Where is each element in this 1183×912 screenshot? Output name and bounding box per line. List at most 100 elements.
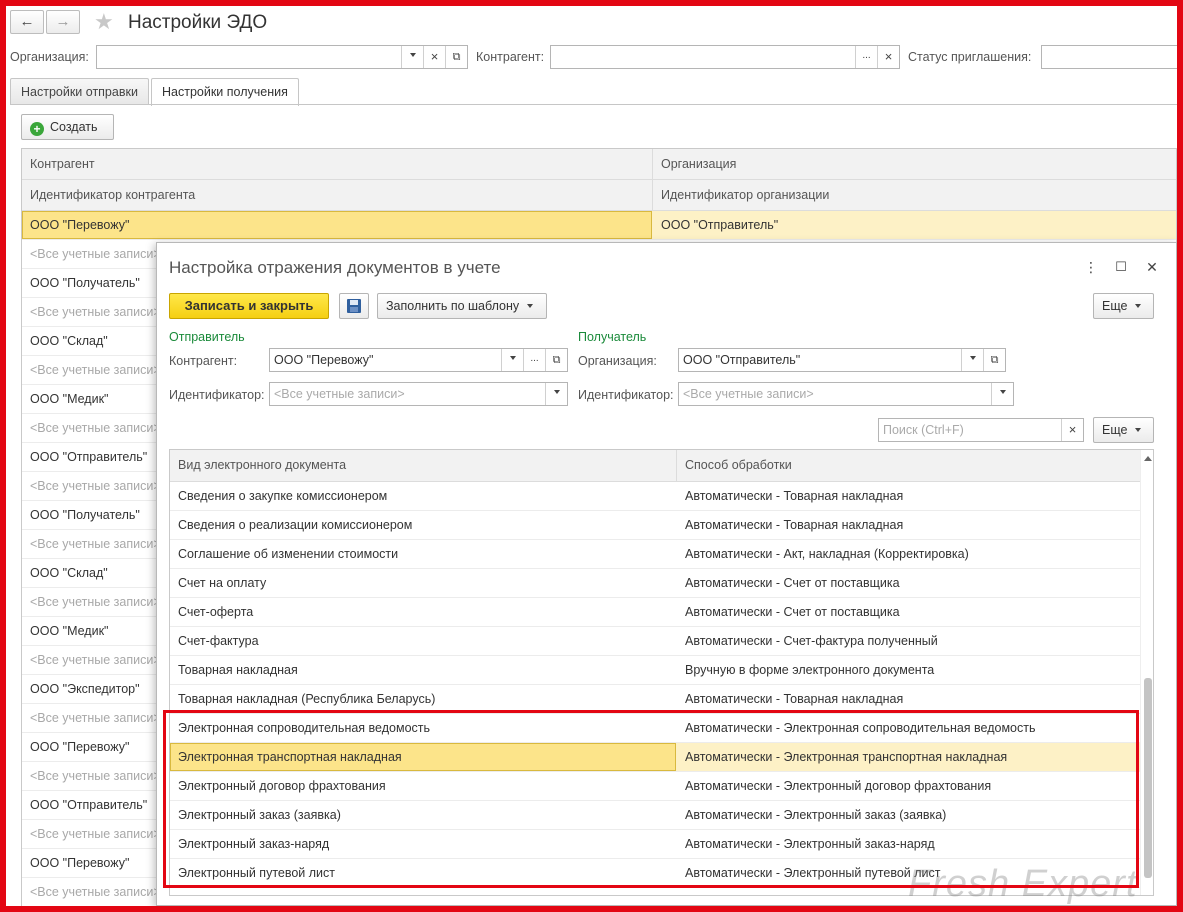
dialog-menu-icon[interactable]: ⋮ xyxy=(1082,257,1100,277)
receiver-section-label: Получатель xyxy=(578,330,647,344)
processing-method-cell: Вручную в форме электронного документа xyxy=(685,663,935,677)
counterparty-cell: ООО "Медик" xyxy=(30,392,109,406)
organization-open-button[interactable]: ⧉ xyxy=(983,349,1005,371)
table-row[interactable]: Соглашение об изменении стоимости Автомат… xyxy=(170,540,1140,569)
table-row[interactable]: ООО "Перевожу" ООО "Отправитель" xyxy=(22,211,1176,240)
search-clear-button[interactable]: × xyxy=(1061,419,1083,441)
doc-type-cell: Электронный договор фрахтования xyxy=(178,779,386,793)
save-button[interactable] xyxy=(339,293,369,319)
column-header-counterparty[interactable]: Контрагент xyxy=(30,149,95,179)
counterparty-id-cell: <Все учетные записи> xyxy=(30,363,161,377)
tab-send-settings[interactable]: Настройки отправки xyxy=(10,78,149,105)
column-header-processing[interactable]: Способ обработки xyxy=(685,450,792,481)
chevron-down-icon xyxy=(1134,428,1141,432)
organization-label: Организация: xyxy=(578,354,657,368)
organization-field[interactable]: ООО "Отправитель" ⧉ xyxy=(678,348,1006,372)
table-row[interactable]: Электронный заказ-наряд Автоматически - Э… xyxy=(170,830,1140,859)
doc-type-cell: Электронный заказ-наряд xyxy=(178,837,330,851)
fill-template-button[interactable]: Заполнить по шаблону xyxy=(377,293,547,319)
plus-icon: + xyxy=(30,122,44,136)
counterparty-cell: ООО "Перевожу" xyxy=(30,740,130,754)
more-icon: ... xyxy=(862,50,871,61)
column-header-doc-type[interactable]: Вид электронного документа xyxy=(178,450,346,481)
invite-status-filter-input[interactable] xyxy=(1041,45,1177,69)
scroll-up-icon[interactable] xyxy=(1144,456,1152,461)
counterparty-filter-label: Контрагент: xyxy=(476,50,545,64)
tab-receive-settings[interactable]: Настройки получения xyxy=(151,78,299,106)
counterparty-open-button[interactable]: ⧉ xyxy=(545,349,567,371)
table-header-row: Идентификатор контрагента Идентификатор … xyxy=(22,180,1176,211)
counterparty-id-cell: <Все учетные записи> xyxy=(30,595,161,609)
chevron-down-icon xyxy=(409,53,416,57)
counterparty-id-cell: <Все учетные записи> xyxy=(30,305,161,319)
organization-filter-input[interactable]: × ⧉ xyxy=(96,45,468,69)
counterparty-dropdown-button[interactable] xyxy=(501,349,523,371)
counterparty-select-button[interactable]: ... xyxy=(855,46,877,68)
counterparty-cell: ООО "Склад" xyxy=(30,334,108,348)
tab-divider xyxy=(10,104,1177,105)
more-icon: ... xyxy=(530,353,539,364)
processing-method-cell: Автоматически - Товарная накладная xyxy=(685,489,904,503)
document-accounting-dialog: Настройка отражения документов в учете ⋮… xyxy=(156,242,1177,906)
processing-method-cell: Автоматически - Электронная транспортная… xyxy=(685,750,1008,764)
counterparty-id-cell: <Все учетные записи> xyxy=(30,885,161,899)
organization-dropdown-button[interactable] xyxy=(961,349,983,371)
main-window: ← → ★ Настройки ЭДО Организация: × ⧉ Кон… xyxy=(6,6,1177,906)
table-row[interactable]: Счет-фактура Автоматически - Счет-фактура… xyxy=(170,627,1140,656)
sender-id-field[interactable]: <Все учетные записи> xyxy=(269,382,568,406)
counterparty-filter-input[interactable]: ... × xyxy=(550,45,900,69)
create-button[interactable]: + Создать xyxy=(21,114,114,140)
vertical-scrollbar[interactable] xyxy=(1140,450,1153,895)
processing-method-cell: Автоматически - Счет от поставщика xyxy=(685,576,900,590)
counterparty-id-cell: <Все учетные записи> xyxy=(30,653,161,667)
table-row[interactable]: Счет на оплату Автоматически - Счет от по… xyxy=(170,569,1140,598)
counterparty-cell: ООО "Перевожу" xyxy=(30,856,130,870)
search-more-button[interactable]: Еще xyxy=(1093,417,1154,443)
organization-filter-label: Организация: xyxy=(10,50,89,64)
counterparty-clear-button[interactable]: × xyxy=(877,46,899,68)
table-row[interactable]: Товарная накладная Вручную в форме электр… xyxy=(170,656,1140,685)
counterparty-select-button[interactable]: ... xyxy=(523,349,545,371)
organization-open-button[interactable]: ⧉ xyxy=(445,46,467,68)
column-header-counterparty-id[interactable]: Идентификатор контрагента xyxy=(30,180,195,210)
save-and-close-button[interactable]: Записать и закрыть xyxy=(169,293,329,319)
receiver-id-field[interactable]: <Все учетные записи> xyxy=(678,382,1014,406)
forward-button[interactable]: → xyxy=(46,10,80,34)
doc-type-cell: Счет-фактура xyxy=(178,634,259,648)
counterparty-id-cell: <Все учетные записи> xyxy=(30,769,161,783)
counterparty-field[interactable]: ООО "Перевожу" ... ⧉ xyxy=(269,348,568,372)
organization-clear-button[interactable]: × xyxy=(423,46,445,68)
table-row[interactable]: Электронный договор фрахтования Автоматич… xyxy=(170,772,1140,801)
column-header-organization[interactable]: Организация xyxy=(661,149,736,179)
counterparty-label: Контрагент: xyxy=(169,354,238,368)
processing-method-cell: Автоматически - Счет-фактура полученный xyxy=(685,634,938,648)
table-row[interactable]: Электронная сопроводительная ведомость Ав… xyxy=(170,714,1140,743)
processing-method-cell: Автоматически - Электронный путевой лист xyxy=(685,866,941,880)
sender-section-label: Отправитель xyxy=(169,330,245,344)
open-icon: ⧉ xyxy=(990,354,999,366)
maximize-icon[interactable]: ☐ xyxy=(1112,257,1130,277)
table-row[interactable]: Товарная накладная (Республика Беларусь)… xyxy=(170,685,1140,714)
search-input[interactable]: Поиск (Ctrl+F) × xyxy=(878,418,1084,442)
sender-id-dropdown-button[interactable] xyxy=(545,383,567,405)
table-row[interactable]: Сведения о реализации комиссионером Автом… xyxy=(170,511,1140,540)
counterparty-cell: ООО "Медик" xyxy=(30,624,109,638)
favorite-star-icon[interactable]: ★ xyxy=(94,10,114,34)
counterparty-cell: ООО "Склад" xyxy=(30,566,108,580)
back-button[interactable]: ← xyxy=(10,10,44,34)
table-row[interactable]: Сведения о закупке комиссионером Автомати… xyxy=(170,482,1140,511)
arrow-left-icon: ← xyxy=(19,13,35,30)
column-divider xyxy=(652,149,653,211)
column-header-organization-id[interactable]: Идентификатор организации xyxy=(661,180,829,210)
table-row[interactable]: Счет-оферта Автоматически - Счет от поста… xyxy=(170,598,1140,627)
more-button[interactable]: Еще xyxy=(1093,293,1154,319)
doc-type-cell: Электронная сопроводительная ведомость xyxy=(178,721,431,735)
clear-icon: × xyxy=(884,49,893,64)
title-bar: ← → ★ Настройки ЭДО xyxy=(6,6,1177,40)
receiver-id-dropdown-button[interactable] xyxy=(991,383,1013,405)
scrollbar-thumb[interactable] xyxy=(1144,678,1152,878)
table-row[interactable]: Электронная транспортная накладная Автома… xyxy=(170,743,1140,772)
table-row[interactable]: Электронный заказ (заявка) Автоматически … xyxy=(170,801,1140,830)
close-icon[interactable]: ✕ xyxy=(1143,257,1161,277)
organization-dropdown-button[interactable] xyxy=(401,46,423,68)
